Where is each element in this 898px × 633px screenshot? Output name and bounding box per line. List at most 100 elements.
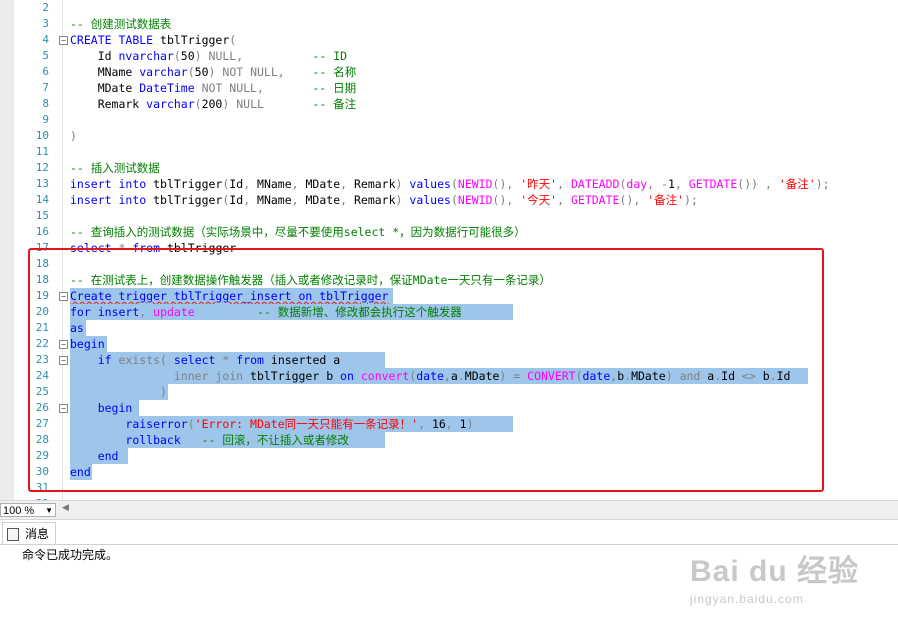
highlight-box	[28, 248, 824, 492]
code-line[interactable]: 5 Id nvarchar(50) NULL, -- ID	[0, 48, 898, 64]
code-token: ,	[764, 177, 772, 191]
code-token: values	[409, 193, 451, 207]
code-token: '昨天'	[520, 177, 558, 191]
code-token: DATEADD	[570, 177, 620, 191]
code-line[interactable]: 4 − CREATE TABLE tblTrigger(	[0, 32, 898, 48]
code-text: -- 创建测试数据表	[70, 16, 171, 32]
code-token: )	[194, 49, 202, 63]
editor-status-strip: 100 % ▼ ◀	[0, 500, 898, 520]
sql-editor[interactable]: 2 3 -- 创建测试数据表 4− CREATE TABLE tblTrigger(5 …	[0, 0, 898, 510]
code-token: ()	[492, 193, 507, 207]
code-token: ,	[557, 177, 565, 191]
code-line[interactable]: 2	[0, 0, 898, 16]
code-token: -- 备注	[312, 97, 357, 111]
code-token: Id	[70, 49, 119, 63]
code-token: -- 插入测试数据	[70, 161, 160, 175]
code-token: ,	[291, 177, 299, 191]
code-token: -- 日期	[312, 81, 357, 95]
zoom-select[interactable]: 100 % ▼	[0, 503, 56, 517]
code-token: -- 名称	[312, 65, 357, 79]
code-token: MName	[250, 193, 292, 207]
code-token: Remark	[347, 193, 396, 207]
code-token: (	[173, 49, 181, 63]
code-token: Id	[229, 193, 244, 207]
code-text: MDate DateTime NOT NULL, -- 日期	[70, 80, 356, 96]
code-line[interactable]: 13 insert into tblTrigger (Id, MName, MDat…	[0, 176, 898, 192]
code-token: nvarchar	[118, 49, 174, 63]
document-icon	[7, 528, 19, 541]
code-token: -- 创建测试数据表	[70, 17, 172, 31]
line-number: 11	[35, 145, 49, 158]
baidu-watermark: Bai du 经验 jingyan.baidu.com	[690, 540, 860, 620]
code-token: ,	[291, 193, 299, 207]
watermark-logo: Bai du 经验	[690, 555, 860, 588]
code-token: tblTrigger	[146, 193, 223, 207]
code-text: -- 查询插入的测试数据（实际场景中，尽量不要使用select *，因为数据行可…	[70, 224, 526, 240]
code-line[interactable]: 6 MName varchar(50) NOT NULL, -- 名称	[0, 64, 898, 80]
code-token: )	[70, 129, 77, 143]
code-token: ,	[674, 177, 682, 191]
code-token: TABLE	[118, 33, 154, 47]
code-token: into	[118, 193, 147, 207]
code-line[interactable]: 8 Remark varchar(200) NULL -- 备注	[0, 96, 898, 112]
line-number: 16	[35, 225, 49, 238]
code-token: ())	[737, 177, 759, 191]
code-token: DateTime	[139, 81, 195, 95]
code-token: NOT NULL	[201, 81, 257, 95]
code-token: tblTrigger	[153, 33, 230, 47]
scroll-left-icon[interactable]: ◀	[62, 503, 69, 513]
code-token: MDate	[70, 81, 140, 95]
line-number: 14	[35, 193, 49, 206]
code-token: into	[118, 177, 147, 191]
code-token: 50	[194, 65, 209, 79]
code-token: Remark	[70, 97, 147, 111]
tab-messages[interactable]: 消息	[2, 522, 56, 544]
tab-messages-label: 消息	[25, 527, 50, 541]
code-token: (	[187, 65, 195, 79]
code-text: CREATE TABLE tblTrigger(	[70, 32, 236, 48]
code-text: -- 插入测试数据	[70, 160, 160, 176]
code-line[interactable]: 10)	[0, 128, 898, 144]
chevron-down-icon: ▼	[45, 506, 53, 515]
code-token: '备注'	[778, 177, 816, 191]
line-number: 5	[42, 49, 49, 62]
code-line[interactable]: 7 MDate DateTime NOT NULL, -- 日期	[0, 80, 898, 96]
code-token: varchar	[146, 97, 195, 111]
code-token: MName	[250, 177, 292, 191]
code-line[interactable]: 16 -- 查询插入的测试数据（实际场景中，尽量不要使用select *，因为数据…	[0, 224, 898, 240]
code-line[interactable]: 3 -- 创建测试数据表	[0, 16, 898, 32]
code-token: GETDATE	[570, 193, 620, 207]
code-line[interactable]: 11	[0, 144, 898, 160]
code-token: NULL	[208, 49, 237, 63]
code-token: NEWID	[457, 193, 493, 207]
code-token: );	[815, 177, 830, 191]
code-token: CREATE	[70, 33, 112, 47]
code-token: (	[194, 97, 202, 111]
code-token: -- 查询插入的测试数据（实际场景中，尽量不要使用select *，因为数据行可…	[70, 225, 526, 239]
code-text: MName varchar(50) NOT NULL, -- 名称	[70, 64, 357, 80]
code-line[interactable]: 12 -- 插入测试数据	[0, 160, 898, 176]
code-token: MName	[70, 65, 140, 79]
code-token: (	[229, 33, 237, 47]
code-token: 200	[201, 97, 223, 111]
code-text: Id nvarchar(50) NULL, -- ID	[70, 48, 347, 64]
code-line[interactable]: 14 insert into tblTrigger (Id, MName, MDat…	[0, 192, 898, 208]
zoom-value: 100 %	[3, 505, 35, 517]
line-number: 2	[42, 1, 49, 14]
code-token: day	[626, 177, 648, 191]
line-number: 3	[42, 17, 49, 30]
code-line[interactable]: 9	[0, 112, 898, 128]
code-line[interactable]: 15	[0, 208, 898, 224]
collapse-icon[interactable]: −	[59, 36, 68, 45]
code-token: 1	[667, 177, 675, 191]
line-number: 8	[42, 97, 49, 110]
code-token: GETDATE	[688, 177, 738, 191]
